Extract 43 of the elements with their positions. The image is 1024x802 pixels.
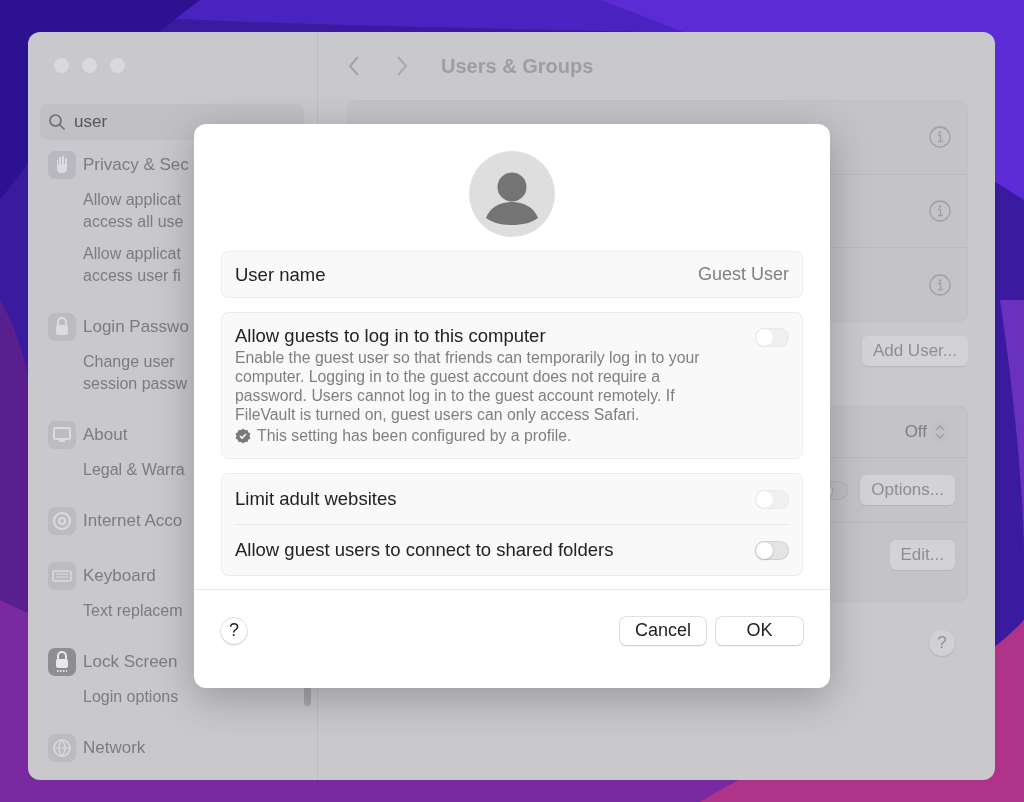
- option-label: Allow guest users to connect to shared folders: [235, 539, 614, 561]
- option-label: Limit adult websites: [235, 488, 397, 510]
- sidebar-item[interactable]: Keyboard: [83, 566, 156, 586]
- profile-note: This setting has been configured by a profile.: [257, 427, 572, 445]
- setting-title: Allow guests to log in to this computer: [235, 325, 547, 347]
- back-icon[interactable]: [347, 55, 361, 77]
- sidebar-subitem[interactable]: Allow applicat access user fi: [83, 243, 181, 287]
- user-name-value: Guest User: [697, 264, 789, 285]
- cancel-button[interactable]: Cancel: [619, 616, 706, 645]
- sidebar-subitem[interactable]: Allow applicat access all use: [83, 189, 184, 233]
- sidebar-subitem[interactable]: Change user session passw: [83, 351, 188, 395]
- popup-value: Off: [904, 422, 927, 442]
- display-icon: [48, 421, 76, 449]
- sidebar-item[interactable]: Privacy & Sec: [83, 155, 189, 175]
- setting-description: Enable the guest user so that friends can temporarily log in to your computer. Logging in to the guest account does not require a password. Users cannot log in to the guest account remotely. If FileVault is turned on, guest users can only access Safari.: [235, 348, 701, 424]
- forward-icon[interactable]: [395, 55, 409, 77]
- keyboard-icon: [48, 562, 76, 590]
- globe-icon: [48, 734, 76, 762]
- help-button[interactable]: ?: [221, 617, 247, 644]
- search-icon: [48, 113, 66, 131]
- hand-icon: [48, 151, 76, 179]
- sidebar-item[interactable]: Login Passwo: [83, 317, 189, 337]
- sidebar-item[interactable]: Network: [83, 738, 146, 758]
- sidebar-subitem[interactable]: Text replacem: [83, 600, 183, 622]
- field-label: User name: [235, 263, 326, 286]
- sidebar-item[interactable]: Lock Screen: [83, 652, 178, 672]
- lock-icon: [48, 313, 76, 341]
- sidebar-subitem[interactable]: Legal & Warra: [83, 459, 185, 481]
- options-button[interactable]: Options...: [860, 475, 955, 505]
- sidebar-item[interactable]: Internet Acco: [83, 511, 183, 531]
- sidebar-item[interactable]: About: [83, 425, 128, 445]
- toggle-switch[interactable]: [755, 540, 789, 560]
- ok-button[interactable]: OK: [716, 616, 803, 645]
- check-badge-icon: [235, 428, 251, 444]
- add-user-button[interactable]: Add User...: [861, 336, 968, 366]
- info-icon[interactable]: [929, 200, 951, 222]
- lock-icon: [48, 648, 76, 676]
- info-icon[interactable]: [929, 273, 951, 296]
- avatar-icon: [469, 151, 555, 237]
- help-button[interactable]: ?: [929, 630, 955, 656]
- info-icon[interactable]: [929, 126, 951, 149]
- sidebar-subitem[interactable]: Login options: [83, 686, 179, 708]
- edit-button[interactable]: Edit...: [889, 540, 955, 570]
